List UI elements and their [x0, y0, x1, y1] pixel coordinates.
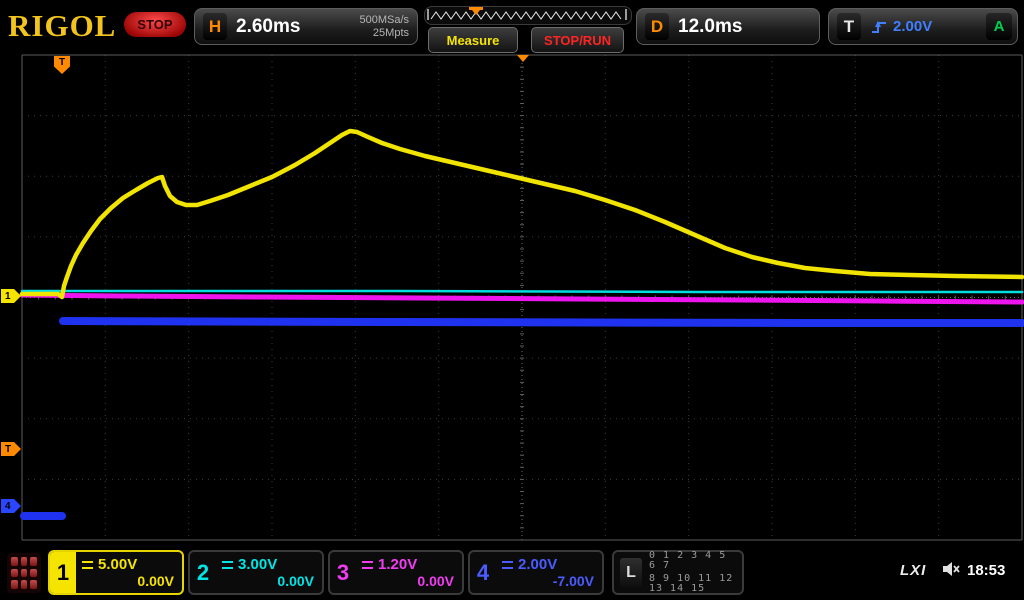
oscilloscope-screen: RIGOL STOP H 2.60ms 500MSa/s 25Mpts Meas…	[0, 0, 1024, 600]
ch1-coupling-icon	[82, 561, 93, 569]
horizontal-settings[interactable]: H 2.60ms 500MSa/s 25Mpts	[194, 8, 418, 45]
channel-4-box[interactable]: 4 2.00V -7.00V	[468, 550, 604, 595]
ch4-coupling-icon	[502, 561, 513, 569]
ch4-offset: -7.00V	[502, 573, 594, 589]
channel-2-number: 2	[190, 552, 216, 593]
channel-4-number: 4	[470, 552, 496, 593]
digital-channels-box[interactable]: L 0 1 2 3 4 5 6 7 8 9 10 11 12 13 14 15	[612, 550, 744, 595]
delay-center-marker	[517, 55, 529, 62]
ch3-coupling-icon	[362, 561, 373, 569]
measure-button[interactable]: Measure	[428, 27, 518, 53]
trigger-position-marker[interactable]: T	[54, 56, 70, 74]
digital-row-2: 8 9 10 11 12 13 14 15	[649, 574, 736, 594]
delay-value: 12.0ms	[678, 16, 742, 38]
trigger-settings[interactable]: T 2.00V A	[828, 8, 1018, 45]
rigol-logo: RIGOL	[8, 8, 116, 44]
trigger-level-value: 2.00V	[893, 18, 932, 35]
ch1-scale: 5.00V	[98, 556, 137, 573]
memory-depth: 25Mpts	[373, 27, 409, 40]
trigger-edge-icon	[870, 18, 888, 36]
ch3-offset: 0.00V	[362, 573, 454, 589]
channel-2-box[interactable]: 2 3.00V 0.00V	[188, 550, 324, 595]
channel-menu-icon[interactable]	[7, 553, 41, 593]
channel-1-box[interactable]: 1 5.00V 0.00V	[48, 550, 184, 595]
ch1-ground-marker[interactable]: 1	[1, 289, 21, 303]
ch2-scale: 3.00V	[238, 556, 277, 573]
timebase-value: 2.60ms	[236, 16, 300, 38]
ch3-scale: 1.20V	[378, 556, 417, 573]
graticule-and-waveforms	[0, 0, 1024, 600]
memory-position-strip[interactable]	[424, 6, 632, 25]
lxi-logo: LXI	[900, 562, 926, 579]
ch4-scale: 2.00V	[518, 556, 557, 573]
d-label: D	[645, 13, 669, 40]
ch2-coupling-icon	[222, 561, 233, 569]
sound-muted-icon[interactable]	[941, 561, 961, 582]
ch2-offset: 0.00V	[222, 573, 314, 589]
stop-run-button[interactable]: STOP/RUN	[531, 27, 624, 53]
digital-row-1: 0 1 2 3 4 5 6 7	[649, 551, 736, 571]
memory-waveform-icon	[425, 7, 629, 22]
status-bar: 1 5.00V 0.00V 2 3.00V 0.00V 3 1.20V 0.00…	[0, 546, 1024, 600]
ch1-offset: 0.00V	[82, 573, 174, 589]
digital-label: L	[620, 558, 642, 588]
h-label: H	[203, 13, 227, 40]
sample-rate: 500MSa/s	[359, 14, 409, 27]
ch4-ground-marker[interactable]: 4	[1, 499, 21, 513]
channel-3-number: 3	[330, 552, 356, 593]
t-label: T	[837, 13, 861, 40]
trigger-sweep-mode: A	[986, 13, 1012, 40]
channel-3-box[interactable]: 3 1.20V 0.00V	[328, 550, 464, 595]
trigger-level-marker[interactable]: T	[1, 442, 21, 456]
delay-settings[interactable]: D 12.0ms	[636, 8, 820, 45]
run-state-badge: STOP	[124, 12, 186, 37]
channel-1-number: 1	[50, 552, 76, 593]
clock: 18:53	[967, 562, 1005, 579]
